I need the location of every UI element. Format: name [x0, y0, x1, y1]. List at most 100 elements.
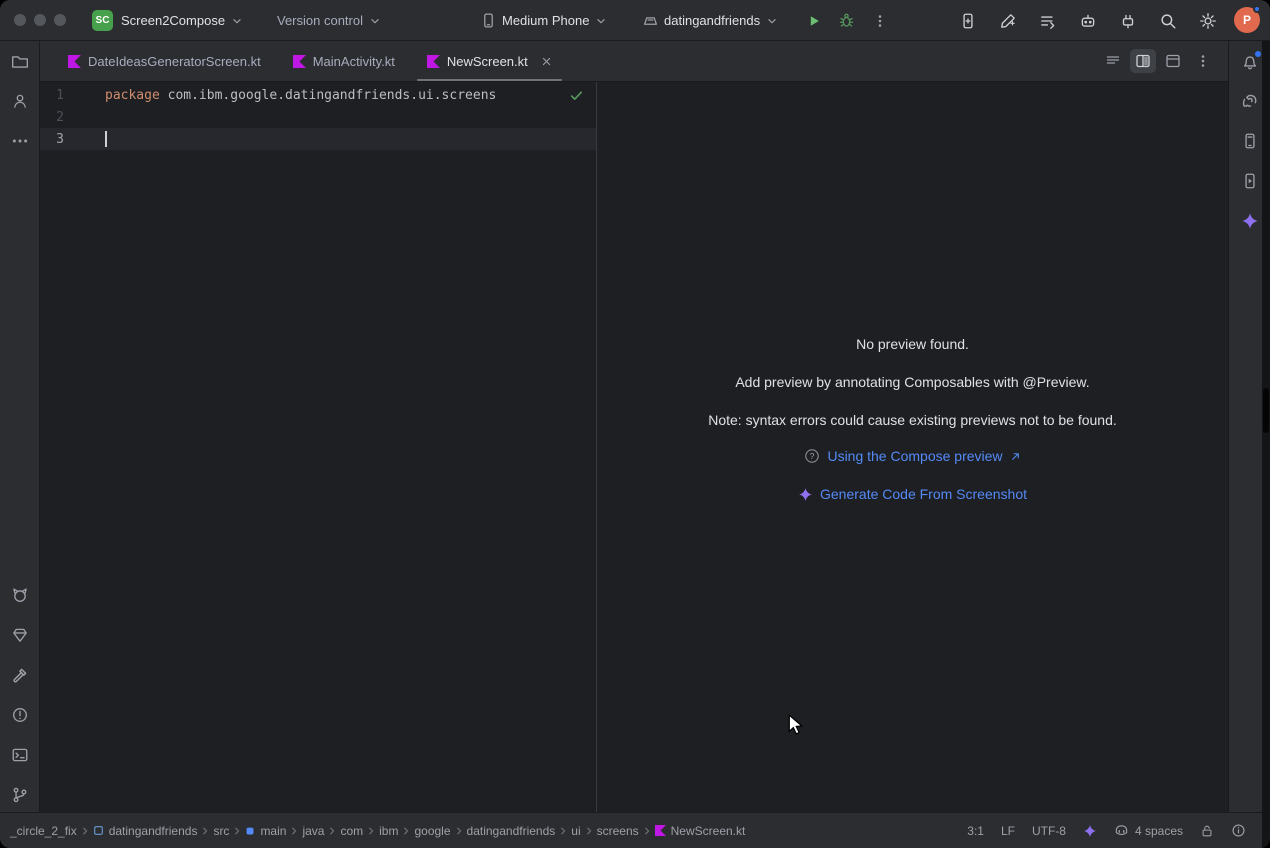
- gradle-tool-button[interactable]: [1235, 86, 1265, 116]
- chevron-right-icon: [289, 826, 299, 836]
- breadcrumb-item[interactable]: ui: [571, 824, 580, 838]
- terminal-tool-button[interactable]: [5, 740, 35, 770]
- indent-widget[interactable]: 4 spaces: [1114, 823, 1183, 838]
- build-tool-button[interactable]: [5, 660, 35, 690]
- breadcrumb-item[interactable]: screens: [597, 824, 639, 838]
- split-view-icon: [1135, 53, 1151, 69]
- running-devices-icon: [1241, 172, 1259, 190]
- notifications-button[interactable]: [1235, 47, 1265, 77]
- user-avatar[interactable]: P: [1234, 7, 1260, 33]
- studio-bot-button[interactable]: [1074, 7, 1101, 34]
- preview-scrollbar[interactable]: [1262, 41, 1270, 848]
- gemini-status-button[interactable]: [1083, 824, 1097, 838]
- running-devices-tool-button[interactable]: [1235, 166, 1265, 196]
- git-branch-icon: [11, 786, 29, 804]
- breadcrumb-item[interactable]: datingandfriends: [93, 824, 198, 838]
- chevron-right-icon: [454, 826, 464, 836]
- breadcrumb-item[interactable]: com: [340, 824, 363, 838]
- minimize-window-button[interactable]: [34, 14, 46, 26]
- breadcrumb-label: main: [260, 824, 286, 838]
- ai-assistant-button[interactable]: [994, 7, 1021, 34]
- run-configuration-selector[interactable]: datingandfriends: [642, 0, 779, 41]
- plugins-button[interactable]: [1114, 7, 1141, 34]
- split-view-button[interactable]: [1130, 49, 1156, 73]
- breadcrumb-item[interactable]: NewScreen.kt: [655, 824, 746, 838]
- breadcrumb-item[interactable]: ibm: [379, 824, 398, 838]
- logcat-tool-button[interactable]: [5, 580, 35, 610]
- notification-badge: [1255, 51, 1261, 57]
- breadcrumb-item[interactable]: src: [213, 824, 229, 838]
- commit-tool-button[interactable]: [5, 86, 35, 116]
- breadcrumb-item[interactable]: datingandfriends: [467, 824, 556, 838]
- breadcrumb-item[interactable]: java: [302, 824, 324, 838]
- breadcrumb-item[interactable]: main: [245, 824, 286, 838]
- breadcrumb-label: _circle_2_fix: [10, 824, 77, 838]
- robot-icon: [1079, 12, 1097, 30]
- project-icon-label: SC: [96, 15, 110, 26]
- project-icon: SC: [92, 10, 113, 31]
- warning-circle-icon: [11, 706, 29, 724]
- device-mirroring-icon: [959, 12, 977, 30]
- close-tab-icon[interactable]: [541, 56, 552, 67]
- device-selector-label: Medium Phone: [502, 13, 589, 28]
- project-tool-button[interactable]: [5, 47, 35, 77]
- run-button[interactable]: [800, 7, 827, 34]
- bug-icon: [838, 12, 855, 29]
- external-link-icon: [1010, 451, 1021, 462]
- line-number: 1: [40, 88, 64, 103]
- tab-mainactivity[interactable]: MainActivity.kt: [277, 41, 411, 81]
- caret-position-widget[interactable]: 3:1: [967, 824, 984, 838]
- generate-code-link[interactable]: Generate Code From Screenshot: [597, 486, 1228, 502]
- compose-preview-help-label: Using the Compose preview: [827, 448, 1002, 464]
- close-window-button[interactable]: [14, 14, 26, 26]
- inspection-ok-icon[interactable]: [569, 88, 584, 103]
- code-view-button[interactable]: [1100, 49, 1126, 73]
- code-editor[interactable]: 1 package com.ibm.google.datingandfriend…: [40, 82, 596, 812]
- tab-label: NewScreen.kt: [447, 54, 528, 69]
- version-control-menu[interactable]: Version control: [277, 0, 382, 41]
- tab-dateideasgeneratorscreen[interactable]: DateIdeasGeneratorScreen.kt: [52, 41, 277, 81]
- breadcrumb-label: NewScreen.kt: [671, 824, 746, 838]
- debug-button[interactable]: [833, 7, 860, 34]
- compose-preview-help-link[interactable]: ? Using the Compose preview: [597, 448, 1228, 464]
- diamond-icon: [11, 626, 29, 644]
- gemini-tool-button[interactable]: [1235, 206, 1265, 236]
- chevron-right-icon: [558, 826, 568, 836]
- device-manager-tool-button[interactable]: [1235, 126, 1265, 156]
- left-tool-window-strip: [0, 41, 40, 812]
- app-quality-insights-tool-button[interactable]: [5, 620, 35, 650]
- kebab-menu-icon: [1195, 53, 1211, 69]
- breadcrumb-label: ibm: [379, 824, 398, 838]
- play-icon: [806, 13, 822, 29]
- run-more-options-button[interactable]: [866, 7, 893, 34]
- scrollbar-thumb[interactable]: [1263, 388, 1269, 433]
- device-selector[interactable]: Medium Phone: [480, 0, 608, 41]
- project-selector[interactable]: Screen2Compose: [121, 0, 244, 41]
- line-separator-widget[interactable]: LF: [1001, 824, 1015, 838]
- gemini-sparkle-icon: [1083, 824, 1097, 838]
- chevron-right-icon: [401, 826, 411, 836]
- breadcrumb-item[interactable]: google: [414, 824, 450, 838]
- breadcrumb-label: java: [302, 824, 324, 838]
- project-name: Screen2Compose: [121, 13, 225, 28]
- ellipsis-icon: [11, 132, 29, 150]
- breadcrumb-item[interactable]: _circle_2_fix: [10, 824, 77, 838]
- sparkle-icon: [798, 487, 813, 502]
- version-control-tool-button[interactable]: [5, 780, 35, 810]
- problems-tool-button[interactable]: [5, 700, 35, 730]
- more-tool-windows-button[interactable]: [5, 126, 35, 156]
- readonly-toggle[interactable]: [1200, 824, 1214, 838]
- tab-newscreen[interactable]: NewScreen.kt: [411, 41, 568, 81]
- device-mirroring-button[interactable]: [954, 7, 981, 34]
- version-control-label: Version control: [277, 13, 363, 28]
- editor-options-button[interactable]: [1190, 49, 1216, 73]
- status-info-button[interactable]: [1231, 823, 1246, 838]
- zoom-window-button[interactable]: [54, 14, 66, 26]
- settings-button[interactable]: [1194, 7, 1221, 34]
- code-line: package com.ibm.google.datingandfriends.…: [105, 88, 496, 103]
- search-everywhere-button[interactable]: [1154, 7, 1181, 34]
- encoding-widget[interactable]: UTF-8: [1032, 824, 1066, 838]
- build-variants-button[interactable]: [1034, 7, 1061, 34]
- copilot-icon: [1114, 823, 1129, 838]
- design-view-button[interactable]: [1160, 49, 1186, 73]
